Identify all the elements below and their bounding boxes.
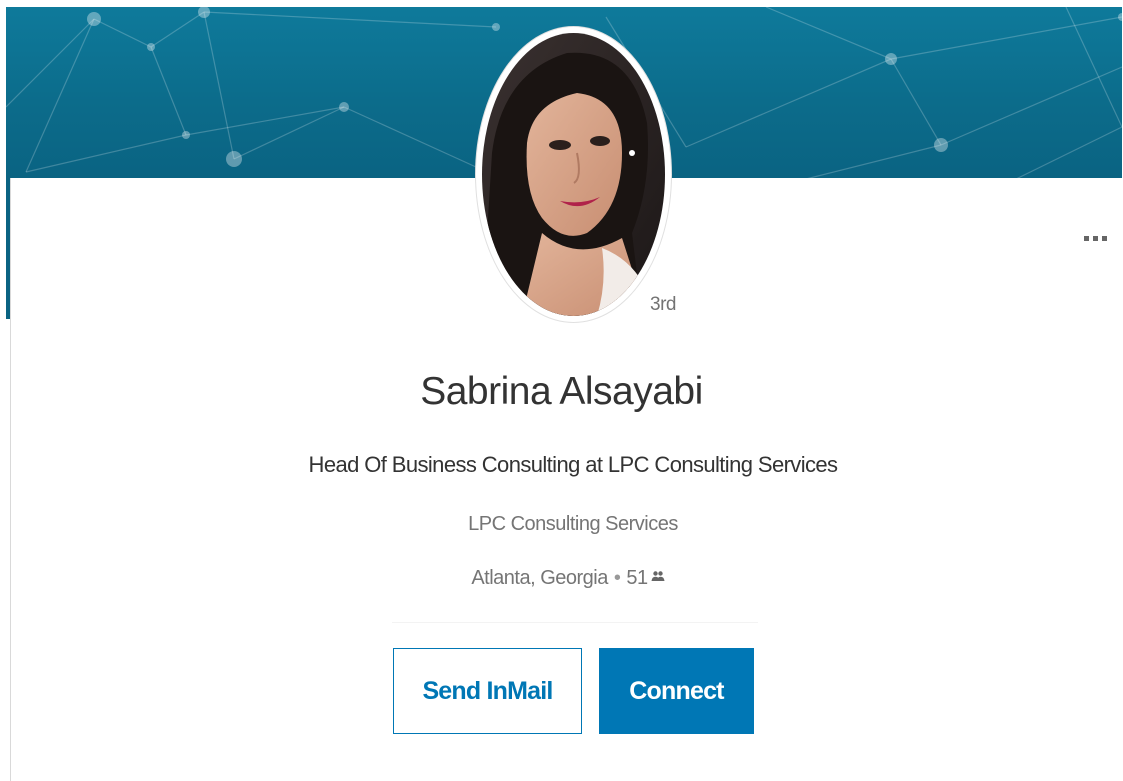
more-dot (1093, 236, 1098, 241)
profile-location: Atlanta, Georgia (471, 567, 608, 589)
profile-headline: Head Of Business Consulting at LPC Consu… (308, 452, 838, 477)
profile-photo[interactable] (476, 27, 671, 322)
profile-company[interactable]: LPC Consulting Services (0, 513, 1123, 536)
avatar-portrait (482, 33, 665, 316)
connect-button[interactable]: Connect (599, 648, 754, 734)
more-dot (1102, 236, 1107, 241)
more-dot (1084, 236, 1089, 241)
separator-dot: • (613, 567, 621, 589)
more-options-icon[interactable] (1084, 236, 1107, 241)
divider (392, 622, 758, 623)
location-connections-row: Atlanta, Georgia • 51 (0, 567, 1123, 590)
connections-count[interactable]: 51 (626, 567, 648, 589)
profile-name: Sabrina Alsayabi (420, 370, 703, 413)
avatar[interactable] (476, 27, 671, 322)
send-inmail-button[interactable]: Send InMail (393, 648, 582, 734)
connections-icon (651, 565, 665, 588)
profile-page: 3rd Sabrina Alsayabi Head Of Business Co… (0, 0, 1123, 781)
connection-degree: 3rd (650, 294, 676, 315)
